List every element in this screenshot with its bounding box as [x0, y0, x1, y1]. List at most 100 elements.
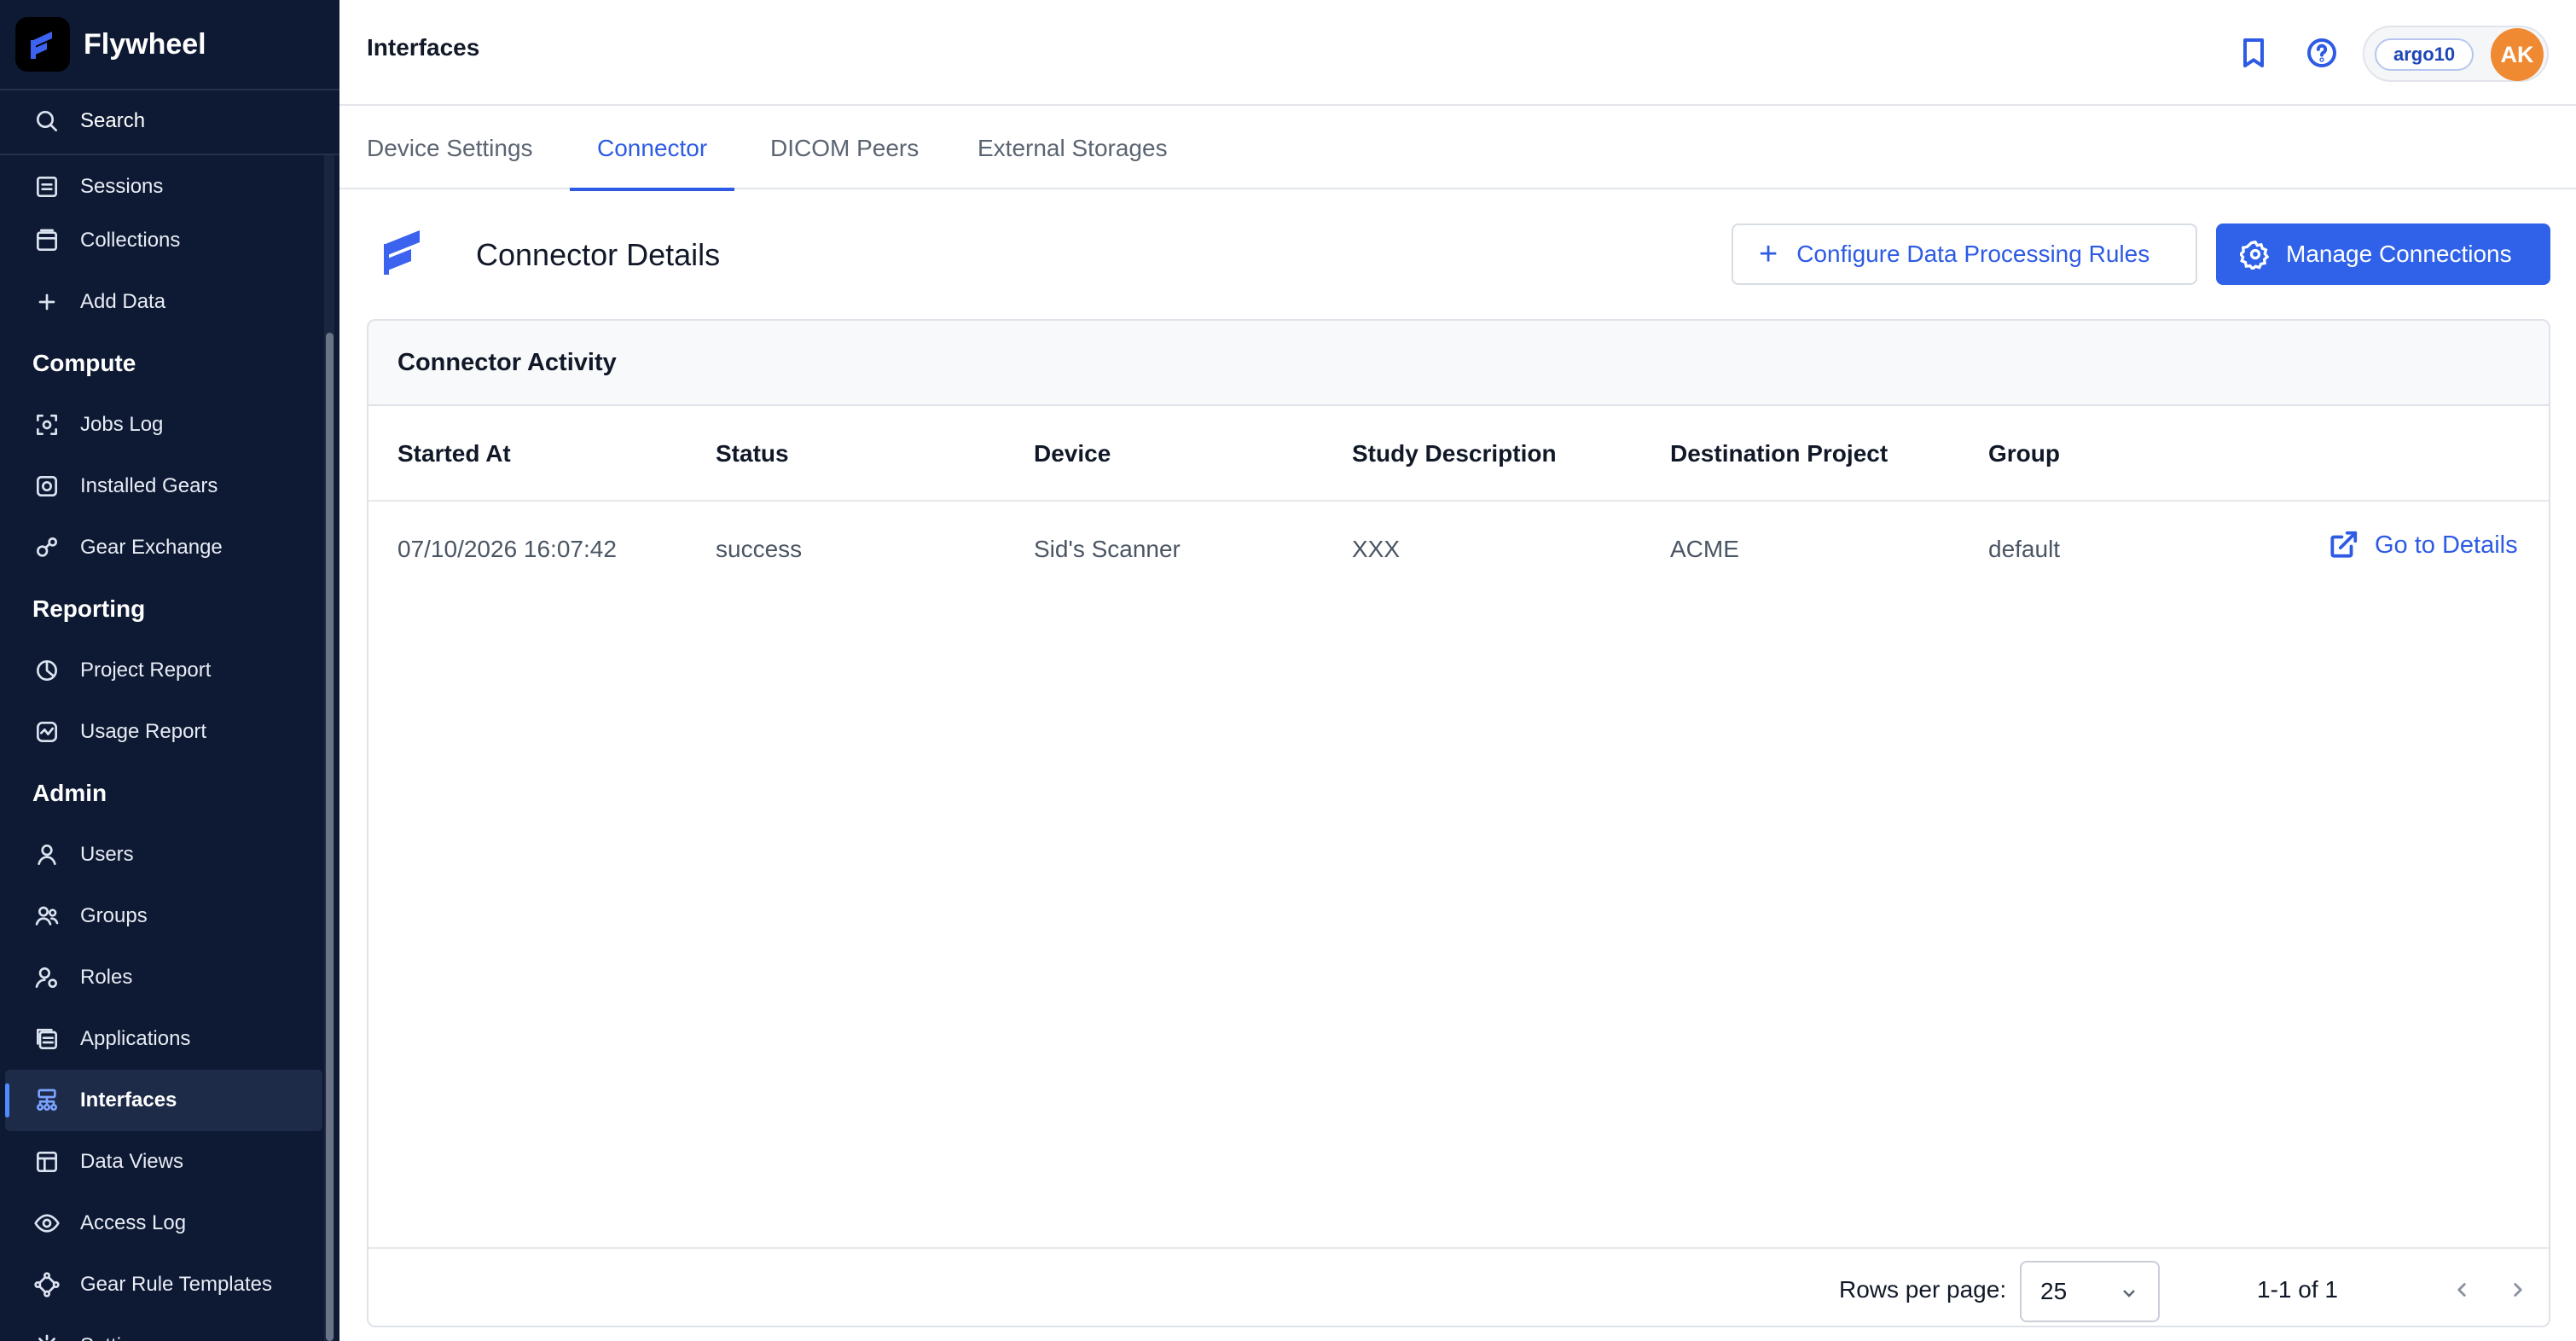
column-header-started-at[interactable]: Started At [397, 440, 511, 467]
go-to-details-link[interactable]: Go to Details [2327, 529, 2518, 561]
sidebar-item-label: Data Views [80, 1150, 183, 1173]
tab-connector[interactable]: Connector [569, 107, 735, 191]
sidebar-item-collections[interactable]: Collections [0, 210, 322, 271]
cell-device: Sid's Scanner [1034, 536, 1181, 562]
sidebar: Flywheel Sessions Collections Add Data C… [0, 0, 339, 1341]
interfaces-icon [32, 1086, 61, 1115]
cell-destination-project: ACME [1670, 536, 1739, 562]
sidebar-item-project-report[interactable]: Project Report [0, 640, 322, 701]
sidebar-item-label: Jobs Log [80, 413, 164, 436]
manage-connections-button[interactable]: Manage Connections [2216, 224, 2550, 285]
search-label: Search [80, 109, 146, 132]
gear-exchange-icon [32, 533, 61, 562]
column-header-status[interactable]: Status [716, 440, 789, 467]
column-header-device[interactable]: Device [1034, 440, 1111, 467]
gear-icon [2240, 240, 2270, 270]
sidebar-nav: Sessions Collections Add Data Compute Jo… [0, 136, 322, 1341]
card-title: Connector Activity [368, 321, 2549, 406]
sidebar-item-data-views[interactable]: Data Views [0, 1131, 322, 1193]
plus-icon: + [1759, 236, 1778, 272]
tab-device-settings[interactable]: Device Settings [367, 107, 533, 189]
groups-icon [32, 902, 61, 931]
reporting-heading: Reporting [32, 595, 146, 622]
plus-icon [32, 287, 61, 316]
brand[interactable]: Flywheel [15, 17, 206, 72]
connector-activity-card: Connector Activity Started At Status Dev… [367, 319, 2550, 1327]
link-label: Go to Details [2375, 531, 2518, 559]
rows-per-page-select[interactable]: 25 [2020, 1261, 2160, 1322]
applications-icon [32, 1025, 61, 1054]
previous-page-button[interactable] [2443, 1271, 2480, 1309]
sidebar-item-sessions[interactable]: Sessions [0, 164, 322, 210]
divider [0, 154, 339, 155]
connector-logo-icon [382, 229, 421, 276]
help-icon[interactable] [2301, 32, 2342, 73]
page-title: Interfaces [367, 34, 480, 61]
sidebar-item-jobs-log[interactable]: Jobs Log [0, 394, 322, 456]
sidebar-item-interfaces[interactable]: Interfaces [5, 1070, 322, 1131]
tab-dicom-peers[interactable]: DICOM Peers [770, 107, 919, 189]
table-header: Started At Status Device Study Descripti… [368, 406, 2549, 502]
top-header: Interfaces argo10 AK [339, 0, 2576, 106]
sidebar-item-label: Access Log [80, 1211, 187, 1234]
jobs-log-icon [32, 410, 61, 439]
rows-per-page-label: Rows per page: [1839, 1276, 2007, 1303]
gear-rule-templates-icon [32, 1270, 61, 1299]
button-label: Manage Connections [2286, 241, 2512, 267]
compute-heading: Compute [32, 350, 136, 376]
pagination-range: 1-1 of 1 [2257, 1276, 2338, 1303]
sidebar-item-label: Roles [80, 966, 133, 989]
sidebar-item-usage-report[interactable]: Usage Report [0, 701, 322, 763]
org-badge: argo10 [2375, 38, 2474, 71]
configure-data-processing-rules-button[interactable]: + Configure Data Processing Rules [1732, 224, 2197, 285]
sidebar-item-label: Project Report [80, 659, 212, 682]
sidebar-item-gear-rule-templates[interactable]: Gear Rule Templates [0, 1254, 322, 1315]
table-row[interactable]: 07/10/2026 16:07:42 success Sid's Scanne… [368, 503, 2549, 595]
eye-icon [32, 1209, 61, 1238]
sidebar-item-label: Interfaces [80, 1088, 177, 1112]
button-label: Configure Data Processing Rules [1796, 241, 2150, 267]
cell-study-description: XXX [1352, 536, 1401, 562]
admin-heading: Admin [32, 780, 107, 806]
sidebar-item-label: Applications [80, 1027, 191, 1050]
sidebar-search[interactable]: Search [0, 101, 339, 142]
column-header-destination-project[interactable]: Destination Project [1670, 440, 1888, 467]
column-header-study-description[interactable]: Study Description [1352, 440, 1557, 467]
next-page-button[interactable] [2499, 1271, 2537, 1309]
sidebar-item-label: Sessions [80, 175, 164, 198]
cell-group: default [1988, 536, 2061, 562]
sidebar-item-users[interactable]: Users [0, 824, 322, 885]
sidebar-item-gear-exchange[interactable]: Gear Exchange [0, 517, 322, 578]
cell-status: success [716, 536, 803, 562]
sessions-icon [32, 172, 61, 201]
chevron-down-icon [2123, 1290, 2135, 1297]
external-link-icon [2330, 531, 2358, 558]
roles-icon [32, 963, 61, 992]
project-report-icon [32, 656, 61, 685]
sidebar-item-add-data[interactable]: Add Data [0, 271, 322, 333]
sidebar-item-roles[interactable]: Roles [0, 947, 322, 1008]
usage-report-icon [32, 717, 61, 746]
column-header-group[interactable]: Group [1988, 440, 2060, 467]
user-menu[interactable]: argo10 AK [2363, 26, 2549, 82]
avatar: AK [2491, 28, 2544, 81]
sidebar-item-groups[interactable]: Groups [0, 885, 322, 947]
chevron-left-icon [2457, 1283, 2466, 1297]
cell-started-at: 07/10/2026 16:07:42 [397, 536, 617, 562]
sidebar-item-label: Add Data [80, 290, 166, 313]
sidebar-item-access-log[interactable]: Access Log [0, 1193, 322, 1254]
sidebar-item-settings[interactable]: Settings [0, 1315, 322, 1341]
sidebar-item-installed-gears[interactable]: Installed Gears [0, 456, 322, 517]
flywheel-logo-icon [15, 17, 70, 72]
table-pagination: Rows per page: 25 1-1 of 1 [368, 1247, 2549, 1326]
sidebar-item-label: Gear Rule Templates [80, 1273, 272, 1296]
sidebar-item-applications[interactable]: Applications [0, 1008, 322, 1070]
sidebar-item-label: Collections [80, 229, 181, 252]
tab-external-storages[interactable]: External Storages [978, 107, 1168, 189]
settings-icon [32, 1332, 61, 1341]
sidebar-scrollbar-thumb[interactable] [326, 333, 334, 1341]
bookmark-icon[interactable] [2233, 32, 2274, 73]
app-name: Flywheel [84, 27, 206, 61]
user-icon [32, 840, 61, 869]
rows-per-page-value: 25 [2040, 1278, 2068, 1304]
